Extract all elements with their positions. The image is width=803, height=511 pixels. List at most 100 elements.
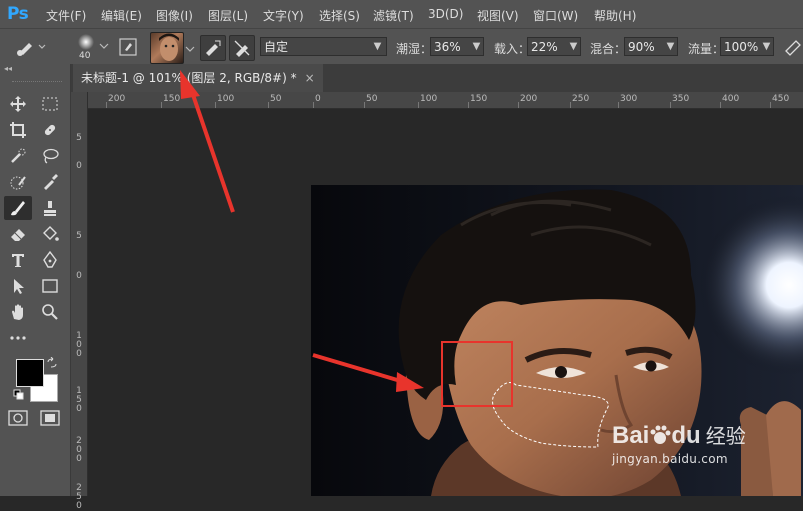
marquee-tool[interactable] bbox=[36, 92, 64, 116]
vertical-ruler[interactable]: 5 0 5 0 1 0 0 1 5 0 2 0 0 2 5 0 bbox=[71, 92, 88, 511]
object-selection-tool[interactable] bbox=[4, 170, 32, 194]
hand-tool[interactable] bbox=[4, 300, 32, 324]
chevron-down-icon[interactable]: ▼ bbox=[663, 37, 678, 56]
mixer-preset-select[interactable]: 自定 bbox=[260, 37, 387, 56]
menu-image[interactable]: 图像(I) bbox=[156, 7, 193, 24]
ruler-tick-label: 50 bbox=[366, 94, 378, 104]
tool-preset-picker[interactable] bbox=[14, 36, 48, 58]
brush-panel-button[interactable] bbox=[118, 37, 138, 57]
type-icon bbox=[12, 254, 24, 267]
clean-brush-button[interactable] bbox=[229, 35, 255, 61]
airbrush-icon[interactable] bbox=[784, 37, 803, 57]
ruler-tick-label: 100 bbox=[420, 94, 438, 104]
document-tab-title: 未标题-1 @ 101% (图层 2, RGB/8#) * bbox=[81, 71, 297, 85]
menu-type[interactable]: 文字(Y) bbox=[263, 7, 304, 24]
brush-size-picker[interactable]: 40 bbox=[72, 31, 112, 63]
ruler-tick bbox=[268, 102, 269, 108]
ruler-tick bbox=[313, 102, 314, 108]
watermark-url: jingyan.baidu.com bbox=[612, 452, 728, 466]
menu-edit[interactable]: 编辑(E) bbox=[101, 7, 142, 24]
mixer-brush-icon bbox=[17, 43, 46, 56]
ruler-tick-label: 350 bbox=[672, 94, 690, 104]
ruler-tick bbox=[670, 102, 671, 108]
ruler-tick-label: 1 0 0 bbox=[76, 331, 82, 359]
horizontal-ruler[interactable]: 200 150 100 50 0 50 100 150 200 250 300 350 400 450 bbox=[88, 92, 803, 109]
edit-toolbar-button[interactable] bbox=[4, 326, 32, 350]
bandage-icon bbox=[44, 124, 56, 136]
ruler-tick-label: 5 bbox=[76, 231, 82, 241]
chevron-down-icon[interactable]: ▼ bbox=[469, 37, 484, 56]
menu-filter[interactable]: 滤镜(T) bbox=[373, 7, 414, 24]
move-icon bbox=[10, 96, 26, 112]
menu-layer[interactable]: 图层(L) bbox=[208, 7, 248, 24]
quick-mask-icon[interactable] bbox=[8, 410, 28, 426]
eraser-tool[interactable] bbox=[4, 222, 32, 246]
menu-window[interactable]: 窗口(W) bbox=[533, 7, 578, 24]
load-value: 22% bbox=[531, 40, 558, 54]
brush-size-value: 40 bbox=[79, 51, 91, 61]
move-tool[interactable] bbox=[4, 92, 32, 116]
mixer-preset-value: 自定 bbox=[264, 40, 289, 54]
app-logo: Ps bbox=[7, 4, 29, 24]
watermark-brand: Bai bbox=[612, 422, 650, 449]
annotation-highlight-box bbox=[441, 341, 513, 407]
collapse-icon[interactable]: ◂◂ bbox=[4, 64, 12, 73]
foreground-color-swatch[interactable] bbox=[16, 359, 44, 387]
menu-view[interactable]: 视图(V) bbox=[477, 7, 519, 24]
ruler-tick-label: 150 bbox=[470, 94, 488, 104]
ruler-tick bbox=[618, 102, 619, 108]
menu-3d[interactable]: 3D(D) bbox=[428, 7, 463, 21]
chevron-down-icon[interactable] bbox=[185, 45, 195, 53]
panel-grip bbox=[12, 81, 62, 84]
face-thumbnail-icon bbox=[159, 33, 179, 61]
document-tab[interactable]: 未标题-1 @ 101% (图层 2, RGB/8#) * × bbox=[73, 64, 323, 92]
rectangle-tool[interactable] bbox=[36, 274, 64, 298]
menu-help[interactable]: 帮助(H) bbox=[594, 7, 636, 24]
menu-file[interactable]: 文件(F) bbox=[46, 7, 86, 24]
paw-icon bbox=[650, 425, 671, 444]
screen-mode-icon[interactable] bbox=[40, 410, 60, 426]
path-selection-tool[interactable] bbox=[4, 274, 32, 298]
healing-brush-tool[interactable] bbox=[36, 118, 64, 142]
chevron-down-icon bbox=[99, 43, 109, 49]
current-brush-load-swatch[interactable] bbox=[150, 32, 184, 64]
swap-colors-icon[interactable] bbox=[46, 357, 58, 369]
pen-tool[interactable] bbox=[36, 248, 64, 272]
lasso-icon bbox=[43, 148, 59, 164]
eraser-icon bbox=[11, 229, 25, 241]
ruler-tick bbox=[518, 102, 519, 108]
default-colors-icon[interactable] bbox=[13, 389, 25, 401]
ruler-tick bbox=[106, 102, 107, 108]
close-icon[interactable]: × bbox=[305, 71, 315, 85]
mix-value: 90% bbox=[628, 40, 655, 54]
clone-stamp-tool[interactable] bbox=[36, 196, 64, 220]
mixer-brush-tool[interactable] bbox=[4, 196, 32, 220]
ruler-tick-label: 300 bbox=[620, 94, 638, 104]
lasso-tool[interactable] bbox=[36, 144, 64, 168]
flow-value: 100% bbox=[724, 40, 759, 54]
dotted-brush-icon bbox=[10, 176, 26, 190]
rect-marquee-icon bbox=[42, 97, 58, 111]
eyedropper-tool[interactable] bbox=[36, 170, 64, 194]
brush-clean-icon bbox=[234, 40, 250, 57]
mix-label: 混合： bbox=[590, 42, 627, 56]
ruler-tick-label: 450 bbox=[772, 94, 790, 104]
quick-selection-tool[interactable] bbox=[4, 144, 32, 168]
ruler-tick bbox=[418, 102, 419, 108]
magnifier-icon bbox=[42, 304, 58, 320]
menu-select[interactable]: 选择(S) bbox=[319, 7, 360, 24]
ruler-tick bbox=[720, 102, 721, 108]
chevron-down-icon[interactable]: ▼ bbox=[759, 37, 774, 56]
load-label: 载入： bbox=[494, 42, 531, 56]
load-brush-button[interactable] bbox=[200, 35, 226, 61]
chevron-down-icon[interactable]: ▼ bbox=[566, 37, 581, 56]
ruler-tick-label: 200 bbox=[108, 94, 126, 104]
ruler-tick-label: 400 bbox=[722, 94, 740, 104]
ruler-tick-label: 0 bbox=[315, 94, 321, 104]
type-tool[interactable] bbox=[4, 248, 32, 272]
crop-tool[interactable] bbox=[4, 118, 32, 142]
paint-bucket-tool[interactable] bbox=[36, 222, 64, 246]
menu-bar: Ps 文件(F) 编辑(E) 图像(I) 图层(L) 文字(Y) 选择(S) 滤… bbox=[0, 0, 803, 28]
ruler-tick-label: 0 bbox=[76, 271, 82, 281]
zoom-tool[interactable] bbox=[36, 300, 64, 324]
